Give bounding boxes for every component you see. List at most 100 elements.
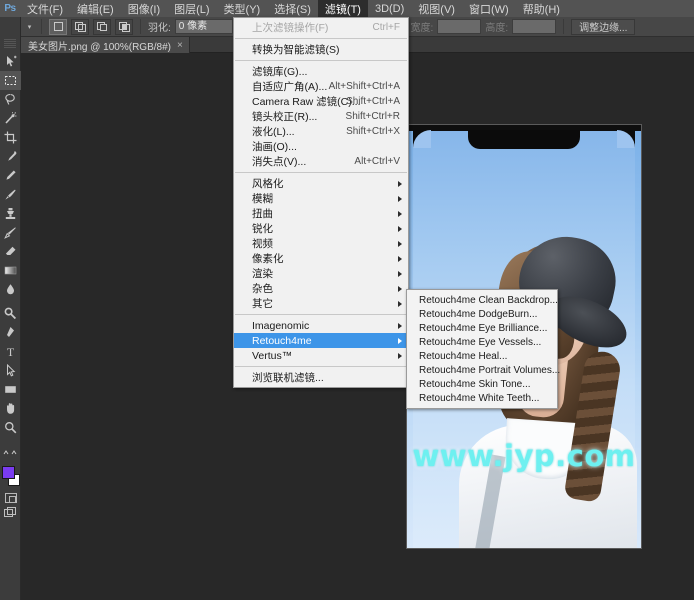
- brush-tool[interactable]: [0, 185, 21, 204]
- eyedropper-tool[interactable]: [0, 147, 21, 166]
- selection-new-button[interactable]: [49, 18, 67, 35]
- screen-mode-button[interactable]: [0, 505, 21, 520]
- crop-tool[interactable]: [0, 128, 21, 147]
- foreground-color-swatch[interactable]: [2, 466, 15, 479]
- menu-8[interactable]: 视图(V): [411, 0, 462, 17]
- feather-input[interactable]: 0 像素: [174, 19, 233, 34]
- selection-subtract-button[interactable]: [93, 18, 111, 35]
- phone-notch: [468, 130, 580, 149]
- menu-3[interactable]: 图层(L): [167, 0, 216, 17]
- filter-menu-item[interactable]: 模糊: [234, 191, 408, 206]
- retouch4me-submenu-item[interactable]: Retouch4me Clean Backdrop...: [407, 293, 558, 307]
- tools-panel-grip[interactable]: [4, 39, 16, 48]
- filter-menu-item[interactable]: Camera Raw 滤镜(C)... Shift+Ctrl+A: [234, 94, 408, 109]
- clone-stamp-tool[interactable]: [0, 204, 21, 223]
- menu-7[interactable]: 3D(D): [368, 0, 411, 17]
- retouch4me-submenu-item[interactable]: Retouch4me White Teeth...: [407, 391, 557, 405]
- menu-2[interactable]: 图像(I): [121, 0, 167, 17]
- filter-menu-item[interactable]: 镜头校正(R)... Shift+Ctrl+R: [234, 109, 408, 124]
- eraser-tool[interactable]: [0, 242, 21, 261]
- blur-tool[interactable]: [0, 280, 21, 299]
- menu-1[interactable]: 编辑(E): [70, 0, 121, 17]
- quick-mask-icon: [4, 492, 17, 503]
- type-tool[interactable]: T: [0, 342, 21, 361]
- move-tool[interactable]: [0, 52, 21, 71]
- filter-menu-item[interactable]: 扭曲: [234, 206, 408, 221]
- filter-menu-item[interactable]: 锐化: [234, 221, 408, 236]
- menu-9[interactable]: 窗口(W): [462, 0, 516, 17]
- menu-separator: [235, 38, 407, 39]
- feather-label: 羽化:: [148, 23, 171, 34]
- retouch4me-submenu-item[interactable]: Retouch4me Eye Brilliance...: [407, 321, 557, 335]
- filter-menu-item[interactable]: 滤镜库(G)...: [234, 64, 408, 79]
- retouch4me-submenu-item[interactable]: Retouch4me Portrait Volumes...: [407, 363, 560, 377]
- pen-tool[interactable]: [0, 323, 21, 342]
- magic-wand-tool[interactable]: [0, 109, 21, 128]
- selection-add-button[interactable]: [71, 18, 89, 35]
- chevron-right-icon: [398, 225, 402, 232]
- filter-menu-item-label: 镜头校正(R)...: [252, 111, 318, 123]
- chevron-right-icon: [398, 255, 402, 262]
- filter-menu-item-label: 液化(L)...: [252, 126, 295, 138]
- close-icon[interactable]: ×: [177, 40, 183, 51]
- menu-separator: [235, 314, 407, 315]
- marquee-tool[interactable]: [0, 71, 21, 90]
- width-input[interactable]: [437, 19, 482, 34]
- quick-mask-mode-button[interactable]: [0, 490, 21, 505]
- filter-menu-item[interactable]: Imagenomic: [234, 318, 408, 333]
- menu-10[interactable]: 帮助(H): [516, 0, 567, 17]
- retouch4me-submenu-item[interactable]: Retouch4me Heal...: [407, 349, 557, 363]
- tool-preset-chevron-down-icon[interactable]: ▾: [25, 23, 34, 31]
- filter-menu-item[interactable]: 液化(L)... Shift+Ctrl+X: [234, 124, 408, 139]
- filter-menu-item[interactable]: 像素化: [234, 251, 408, 266]
- menu-6[interactable]: 滤镜(T): [317, 0, 368, 17]
- gradient-tool[interactable]: [0, 261, 21, 280]
- selection-intersect-button[interactable]: [115, 18, 133, 35]
- chevron-right-icon: [398, 180, 402, 187]
- menu-0[interactable]: 文件(F): [20, 0, 70, 17]
- filter-menu-item[interactable]: Retouch4me: [234, 333, 408, 348]
- filter-menu-item-shortcut: Alt+Ctrl+V: [354, 156, 400, 167]
- filter-menu-item-label: 锐化: [252, 223, 273, 235]
- filter-menu-item[interactable]: 其它: [234, 296, 408, 311]
- dodge-tool[interactable]: [0, 304, 21, 323]
- filter-menu-item-label: Vertus™: [252, 349, 293, 362]
- filter-menu-item[interactable]: 风格化: [234, 176, 408, 191]
- filter-menu-item[interactable]: 视频: [234, 236, 408, 251]
- retouch4me-submenu-item[interactable]: Retouch4me Eye Vessels...: [407, 335, 557, 349]
- options-divider-1: [41, 19, 42, 34]
- phone-corner-right: [617, 130, 635, 148]
- filter-menu-item[interactable]: 杂色: [234, 281, 408, 296]
- retouch4me-submenu[interactable]: Retouch4me Clean Backdrop... Retouch4me D…: [406, 289, 560, 409]
- more-tools-icon[interactable]: [0, 442, 21, 461]
- document-tab[interactable]: 美女图片.png @ 100%(RGB/8#) ×: [21, 37, 190, 53]
- menu-separator: [235, 60, 407, 61]
- history-brush-tool[interactable]: [0, 223, 21, 242]
- filter-menu-item[interactable]: 消失点(V)... Alt+Ctrl+V: [234, 154, 408, 169]
- zoom-tool[interactable]: [0, 418, 21, 437]
- filter-menu-item[interactable]: 渲染: [234, 266, 408, 281]
- filter-menu[interactable]: 上次滤镜操作(F) Ctrl+F 转换为智能滤镜(S) 滤镜库(G)... 自适应广角(…: [233, 17, 409, 388]
- menu-5[interactable]: 选择(S): [267, 0, 318, 17]
- filter-menu-item[interactable]: 转换为智能滤镜(S): [234, 42, 408, 57]
- filter-menu-item-shortcut: Shift+Ctrl+A: [346, 96, 400, 107]
- menu-separator: [235, 172, 407, 173]
- rectangle-tool[interactable]: [0, 380, 21, 399]
- color-swatches[interactable]: [0, 464, 21, 490]
- path-selection-tool[interactable]: [0, 361, 21, 380]
- filter-menu-item[interactable]: 油画(O)...: [234, 139, 408, 154]
- menu-4[interactable]: 类型(Y): [217, 0, 268, 17]
- options-divider-2: [140, 19, 141, 34]
- retouch4me-submenu-item[interactable]: Retouch4me DodgeBurn...: [407, 307, 557, 321]
- filter-menu-item-label: 扭曲: [252, 208, 273, 220]
- hand-tool[interactable]: [0, 399, 21, 418]
- height-input[interactable]: [512, 19, 557, 34]
- filter-menu-item[interactable]: 浏览联机滤镜...: [234, 370, 408, 385]
- refine-edge-button[interactable]: 调整边缘...: [571, 18, 636, 35]
- healing-brush-tool[interactable]: [0, 166, 21, 185]
- filter-menu-item[interactable]: Vertus™: [234, 348, 408, 363]
- filter-menu-item-label: 滤镜库(G)...: [252, 66, 308, 78]
- retouch4me-submenu-item[interactable]: Retouch4me Skin Tone...: [407, 377, 557, 391]
- lasso-tool[interactable]: [0, 90, 21, 109]
- filter-menu-item[interactable]: 自适应广角(A)... Alt+Shift+Ctrl+A: [234, 79, 408, 94]
